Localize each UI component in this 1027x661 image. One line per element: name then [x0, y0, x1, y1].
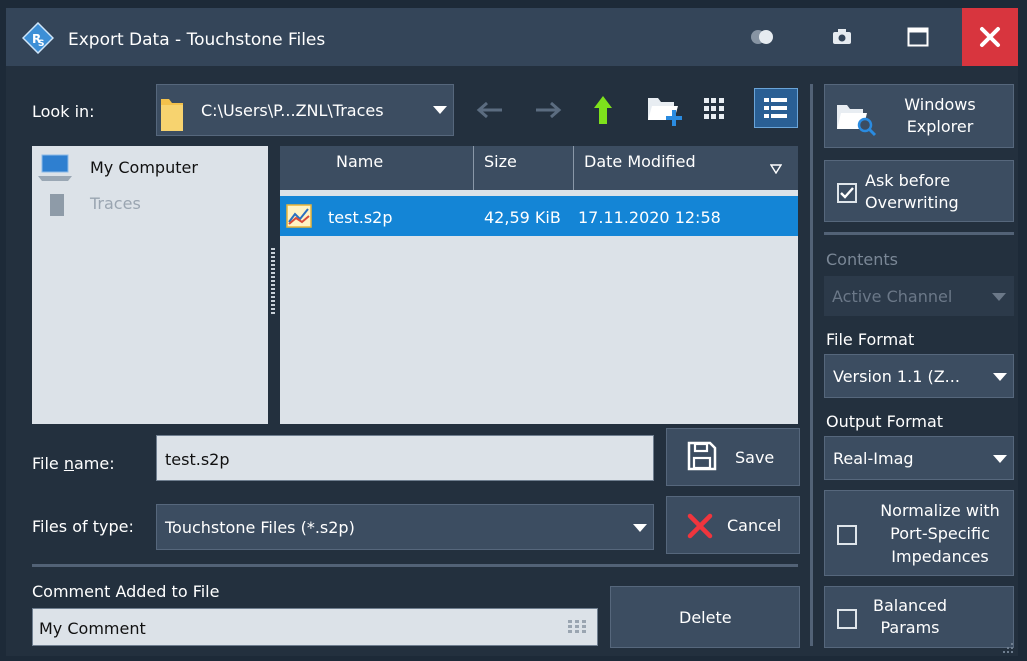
contents-label: Contents — [826, 250, 898, 269]
file-date-cell: 17.11.2020 12:58 — [578, 208, 721, 227]
balanced-params-checkbox[interactable]: Balanced Params — [824, 586, 1014, 648]
close-icon — [980, 27, 1000, 47]
output-format-label: Output Format — [826, 412, 944, 431]
column-header-date[interactable]: Date Modified — [574, 146, 798, 190]
svg-text:S: S — [38, 39, 44, 49]
file-name-cell: test.s2p — [328, 208, 393, 227]
camera-icon[interactable] — [822, 22, 862, 52]
delete-button[interactable]: Delete — [610, 586, 800, 648]
places-panel: My Computer Traces — [32, 146, 268, 424]
rs-logo-icon: R S — [21, 21, 55, 55]
maximize-icon[interactable] — [898, 22, 938, 52]
checkbox-box — [837, 525, 857, 545]
vertical-separator — [810, 84, 813, 646]
place-my-computer[interactable]: My Computer — [32, 146, 268, 186]
folder-icon — [50, 194, 64, 216]
ask-before-overwriting-checkbox[interactable]: Ask before Overwriting — [824, 160, 1014, 222]
file-size-cell: 42,59 KiB — [484, 208, 561, 227]
detail-view-icon — [764, 98, 787, 118]
chevron-down-icon — [633, 524, 647, 532]
chart-file-icon — [286, 204, 312, 228]
file-format-label: File Format — [826, 330, 915, 349]
detail-view-button[interactable] — [754, 88, 798, 128]
close-button[interactable] — [962, 8, 1018, 66]
look-in-path: C:\Users\P...ZNL\Traces — [201, 101, 384, 120]
check-icon — [840, 187, 854, 199]
save-button[interactable]: Save — [666, 428, 800, 486]
checkbox-box — [837, 183, 857, 203]
forward-arrow-icon[interactable] — [534, 100, 564, 120]
save-icon — [687, 441, 717, 471]
cancel-button[interactable]: Cancel — [666, 496, 800, 554]
file-format-combo[interactable]: Version 1.1 (Z... — [824, 354, 1014, 398]
keypad-icon[interactable] — [567, 619, 589, 635]
checkbox-box — [837, 609, 857, 629]
title-bar: R S Export Data - Touchstone Files — [6, 8, 1018, 66]
place-label: My Computer — [90, 158, 198, 177]
look-in-combo[interactable]: C:\Users\P...ZNL\Traces — [156, 84, 454, 136]
chevron-down-icon — [993, 455, 1007, 463]
contents-combo: Active Channel — [824, 276, 1014, 316]
cancel-icon — [687, 513, 713, 539]
chevron-down-icon — [433, 106, 447, 114]
chevron-down-icon — [993, 373, 1007, 381]
file-name-label: File name: — [32, 454, 115, 473]
separator — [32, 564, 798, 567]
files-of-type-label: Files of type: — [32, 517, 134, 536]
windows-explorer-button[interactable]: Windows Explorer — [824, 84, 1014, 148]
comment-label: Comment Added to File — [32, 582, 220, 601]
output-format-combo[interactable]: Real-Imag — [824, 436, 1014, 480]
resize-grip-icon[interactable] — [1002, 642, 1014, 654]
toggle-icon[interactable] — [742, 22, 782, 52]
chevron-down-icon — [992, 293, 1006, 301]
computer-icon — [38, 154, 72, 181]
splitter-handle[interactable] — [271, 248, 275, 314]
new-folder-icon[interactable] — [646, 90, 684, 128]
window-title: Export Data - Touchstone Files — [68, 30, 326, 50]
export-dialog: R S Export Data - Touchstone Files Look … — [6, 8, 1018, 656]
sort-indicator-icon — [770, 164, 782, 174]
file-table: Name Size Date Modified test.s2p 42,59 K… — [280, 146, 798, 424]
column-header-size[interactable]: Size — [474, 146, 574, 190]
up-arrow-icon[interactable] — [592, 94, 614, 126]
explorer-icon — [837, 105, 877, 137]
place-traces: Traces — [32, 186, 268, 222]
column-header-name[interactable]: Name — [280, 146, 474, 190]
place-label: Traces — [90, 194, 141, 213]
list-view-icon[interactable] — [702, 96, 732, 122]
look-in-label: Look in: — [32, 102, 95, 121]
files-of-type-combo[interactable]: Touchstone Files (*.s2p) — [156, 504, 654, 550]
back-arrow-icon[interactable] — [474, 100, 504, 120]
folder-icon — [161, 99, 183, 131]
table-row[interactable]: test.s2p 42,59 KiB 17.11.2020 12:58 — [280, 196, 798, 236]
file-name-field[interactable]: test.s2p — [156, 435, 654, 481]
normalize-checkbox[interactable]: Normalize with Port-Specific Impedances — [824, 490, 1014, 576]
separator — [824, 232, 1014, 235]
comment-field[interactable]: My Comment — [32, 608, 598, 646]
